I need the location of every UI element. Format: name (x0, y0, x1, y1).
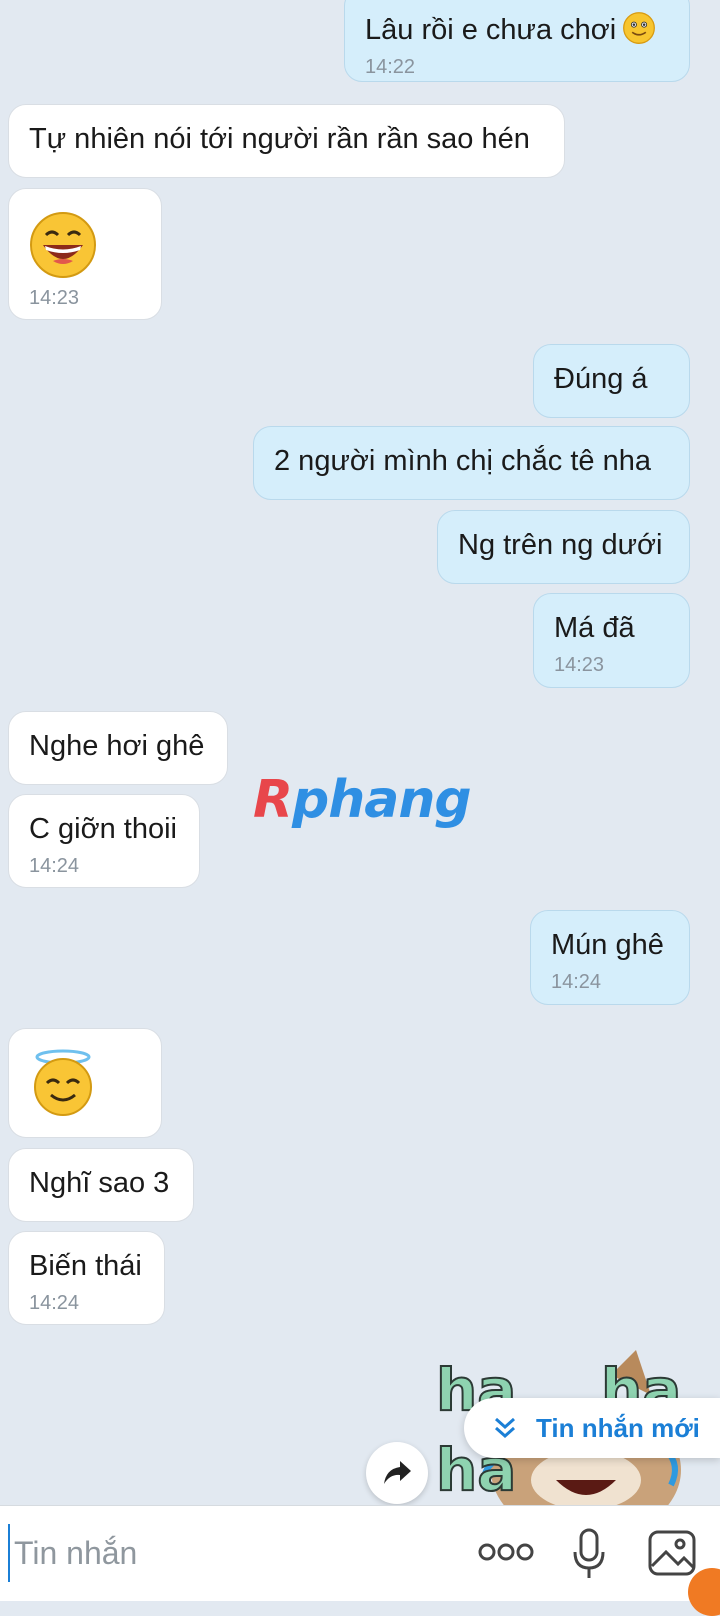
message-text: Ng trên ng dưới (458, 529, 663, 561)
message-composer (0, 1505, 720, 1601)
message-bubble-outgoing[interactable]: Lâu rồi e chưa chơi 14:22 (344, 0, 690, 82)
message-bubble-outgoing[interactable]: Ng trên ng dưới (437, 510, 690, 584)
message-time: 14:24 (551, 971, 602, 993)
more-options-icon[interactable] (478, 1542, 534, 1562)
new-messages-button[interactable]: Tin nhắn mới (464, 1398, 720, 1458)
message-time: 14:23 (29, 287, 80, 309)
message-bubble-outgoing[interactable]: Đúng á (533, 344, 690, 418)
message-bubble-outgoing[interactable]: Má đã 14:23 (533, 593, 690, 688)
smile-face-icon (623, 12, 656, 44)
watermark-first-letter: R (253, 770, 293, 830)
message-bubble-incoming[interactable]: Tự nhiên nói tới người rần rần sao hén (8, 104, 565, 178)
new-messages-label: Tin nhắn mới (536, 1412, 700, 1443)
share-arrow-icon (384, 1461, 411, 1484)
message-text: Đúng á (554, 363, 648, 395)
message-text: Biến thái (29, 1250, 142, 1282)
watermark-logo: Rphang (253, 770, 472, 830)
message-list[interactable]: Lâu rồi e chưa chơi 14:22 Tự nhiên nói t… (0, 0, 720, 1505)
message-text: Tự nhiên nói tới người rần rần sao hén (29, 123, 530, 155)
message-time: 14:23 (554, 654, 605, 676)
message-time: 14:24 (29, 855, 80, 877)
microphone-icon[interactable] (572, 1528, 606, 1580)
angel-face-icon (34, 1049, 92, 1116)
message-bubble-incoming[interactable]: Nghĩ sao 3 (8, 1148, 194, 1222)
message-bubble-incoming[interactable] (8, 1028, 162, 1138)
message-text: Mún ghê (551, 929, 664, 961)
grin-face-icon (30, 212, 96, 278)
message-bubble-outgoing[interactable]: Mún ghê 14:24 (530, 910, 690, 1005)
message-text: Lâu rồi e chưa chơi (365, 14, 617, 46)
message-text: Nghe hơi ghê (29, 730, 205, 762)
message-time: 14:24 (29, 1292, 80, 1314)
share-button[interactable] (366, 1442, 428, 1504)
message-bubble-incoming[interactable]: C giỡn thoii 14:24 (8, 794, 200, 888)
message-text: C giỡn thoii (29, 813, 177, 845)
message-bubble-outgoing[interactable]: 2 người mình chị chắc tê nha (253, 426, 690, 500)
message-input[interactable] (8, 1524, 446, 1582)
message-bubble-incoming[interactable]: 14:23 (8, 188, 162, 320)
message-bubble-incoming[interactable]: Nghe hơi ghê (8, 711, 228, 785)
message-text: Má đã (554, 612, 635, 644)
message-text: 2 người mình chị chắc tê nha (274, 445, 651, 477)
message-bubble-incoming[interactable]: Biến thái 14:24 (8, 1231, 165, 1325)
message-text: Nghĩ sao 3 (29, 1167, 170, 1199)
double-chevron-down-icon (495, 1417, 515, 1439)
message-time: 14:22 (365, 56, 416, 78)
watermark-rest: phang (292, 770, 472, 830)
image-icon[interactable] (648, 1530, 696, 1576)
